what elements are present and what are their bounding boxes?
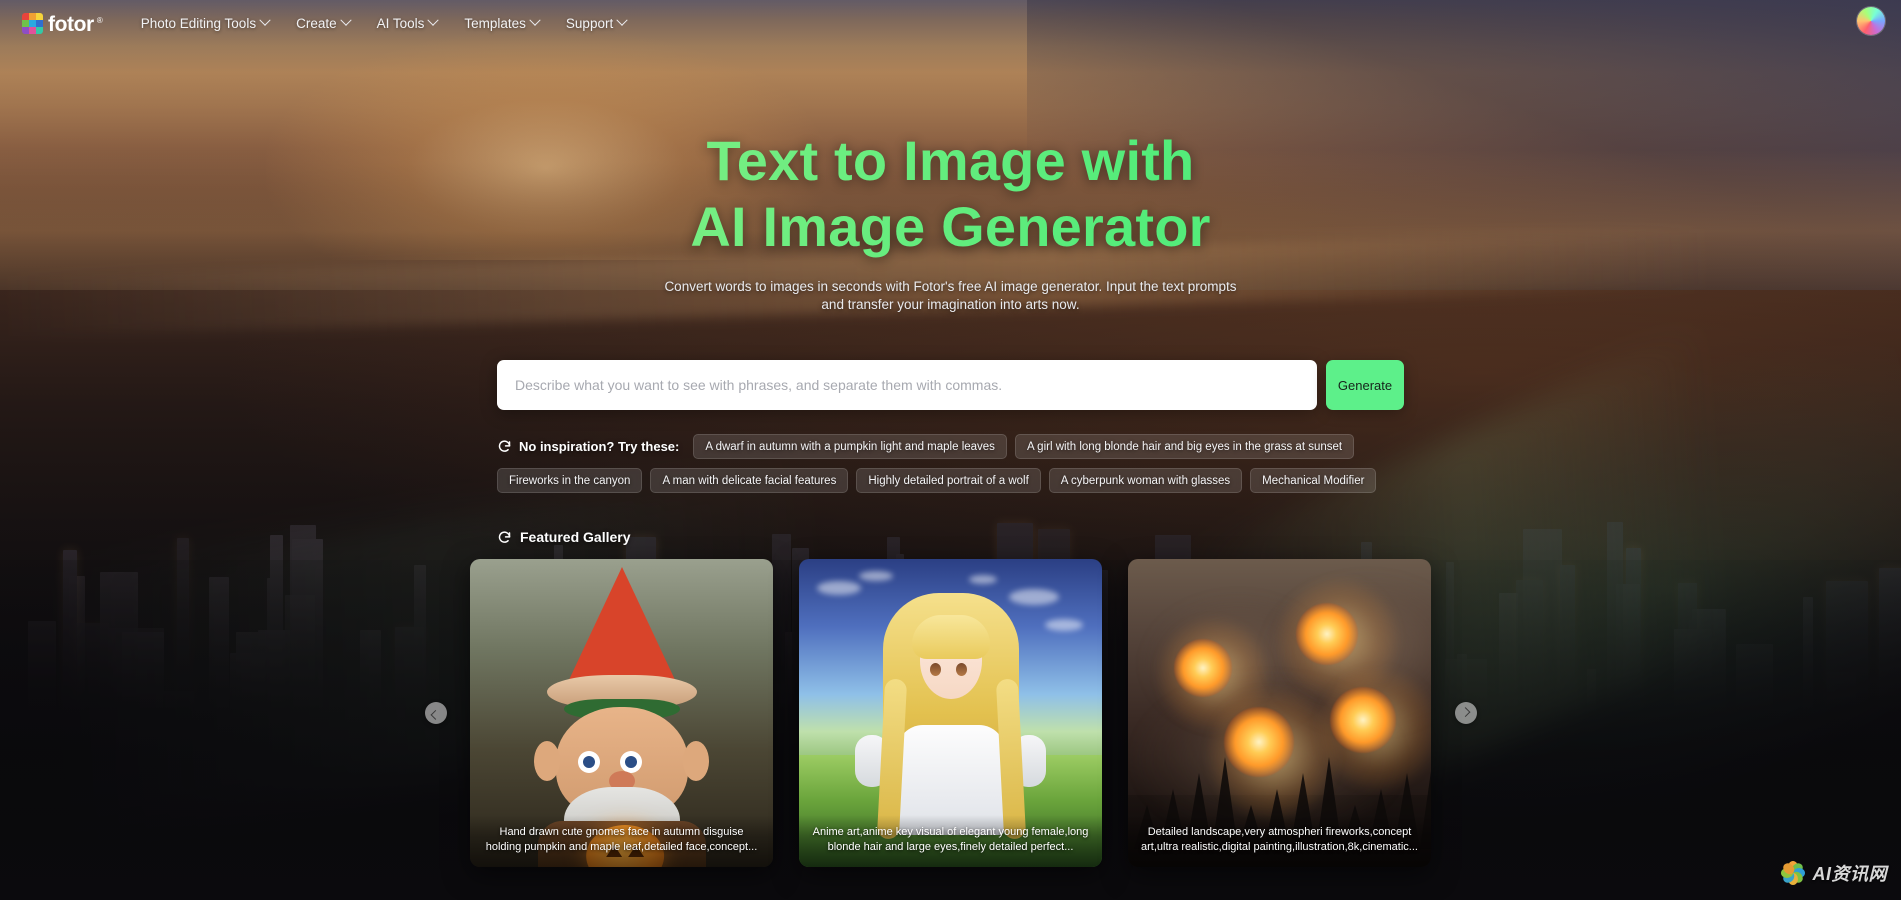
suggestion-chip[interactable]: Fireworks in the canyon (497, 468, 643, 493)
fotor-logo-text: fotor (48, 12, 94, 36)
gallery-card-caption: Anime art,anime key visual of elegant yo… (799, 815, 1102, 867)
prompt-input[interactable] (515, 377, 1299, 393)
suggestion-chip[interactable]: Highly detailed portrait of a wolf (856, 468, 1041, 493)
hero-section: Text to Image with AI Image Generator Co… (0, 0, 1901, 867)
hero-subtitle: Convert words to images in seconds with … (664, 279, 1237, 312)
nav-item-ai-tools[interactable]: AI Tools (376, 14, 440, 31)
nav-item-label: Support (565, 15, 614, 31)
registered-mark: ® (96, 15, 103, 25)
refresh-icon[interactable] (497, 439, 512, 454)
suggestions-row-2: Fireworks in the canyon A man with delic… (497, 468, 1404, 493)
gallery-card-caption: Hand drawn cute gnomes face in autumn di… (470, 815, 773, 867)
avatar[interactable] (1857, 7, 1885, 35)
page-title-line-1: Text to Image with (706, 129, 1195, 192)
chevron-down-icon (339, 14, 352, 26)
gallery-card[interactable]: Detailed landscape,very atmospheri firew… (1128, 559, 1431, 867)
suggestions-row-1: No inspiration? Try these: A dwarf in au… (497, 434, 1404, 459)
gallery-card[interactable]: Hand drawn cute gnomes face in autumn di… (470, 559, 773, 867)
featured-gallery-header: Featured Gallery (497, 529, 1404, 545)
chevron-down-icon (616, 14, 628, 26)
suggestion-chip[interactable]: Mechanical Modifier (1250, 468, 1377, 493)
gallery-card-list: Hand drawn cute gnomes face in autumn di… (451, 559, 1451, 867)
watermark: AI资讯网 (1780, 860, 1888, 886)
nav-item-label: Templates (464, 15, 526, 31)
nav-item-templates[interactable]: Templates (464, 14, 541, 31)
suggestion-chip[interactable]: A man with delicate facial features (650, 468, 849, 493)
flower-logo-icon (1780, 860, 1806, 886)
chevron-down-icon (427, 14, 440, 26)
generate-button[interactable]: Generate (1326, 360, 1404, 410)
suggestions-label-group: No inspiration? Try these: (497, 439, 679, 454)
carousel-prev-button[interactable] (424, 702, 447, 724)
gallery-card-caption: Detailed landscape,very atmospheri firew… (1128, 815, 1431, 867)
nav-item-label: Photo Editing Tools (140, 15, 257, 31)
suggestions-section: No inspiration? Try these: A dwarf in au… (497, 434, 1404, 493)
suggestion-chip[interactable]: A cyberpunk woman with glasses (1048, 468, 1243, 493)
nav-item-create[interactable]: Create (296, 14, 352, 31)
page-root: fotor ® Photo Editing Tools Create AI Tool… (0, 0, 1901, 900)
nav-item-photo-editing-tools[interactable]: Photo Editing Tools (140, 14, 271, 31)
fotor-logo[interactable]: fotor ® (22, 12, 105, 36)
suggestions-label: No inspiration? Try these: (519, 439, 680, 454)
chevron-right-icon (1460, 706, 1471, 717)
featured-gallery-title: Featured Gallery (520, 529, 631, 545)
top-navigation-bar: fotor ® Photo Editing Tools Create AI Tool… (0, 0, 1901, 46)
chevron-left-icon (430, 709, 441, 720)
prompt-search-row: Generate (497, 360, 1404, 410)
nav-item-support[interactable]: Support (565, 14, 628, 31)
nav-item-label: AI Tools (376, 15, 425, 31)
gallery-carousel: Hand drawn cute gnomes face in autumn di… (424, 559, 1477, 867)
gallery-card[interactable]: Anime art,anime key visual of elegant yo… (799, 559, 1102, 867)
fotor-logo-mark-icon (22, 12, 43, 34)
nav-item-label: Create (296, 15, 337, 31)
page-title-line-2: AI Image Generator (690, 195, 1211, 258)
suggestion-chip[interactable]: A girl with long blonde hair and big eye… (1014, 434, 1355, 459)
suggestion-chip[interactable]: A dwarf in autumn with a pumpkin light a… (693, 434, 1007, 459)
refresh-icon[interactable] (497, 530, 512, 545)
nav-menu: Photo Editing Tools Create AI Tools Templat… (140, 14, 628, 31)
watermark-text: AI资讯网 (1812, 864, 1887, 884)
chevron-down-icon (529, 14, 541, 26)
chevron-down-icon (259, 14, 271, 26)
carousel-next-button[interactable] (1454, 702, 1477, 724)
prompt-input-wrapper[interactable] (497, 360, 1317, 410)
page-title: Text to Image with AI Image Generator (0, 128, 1901, 260)
